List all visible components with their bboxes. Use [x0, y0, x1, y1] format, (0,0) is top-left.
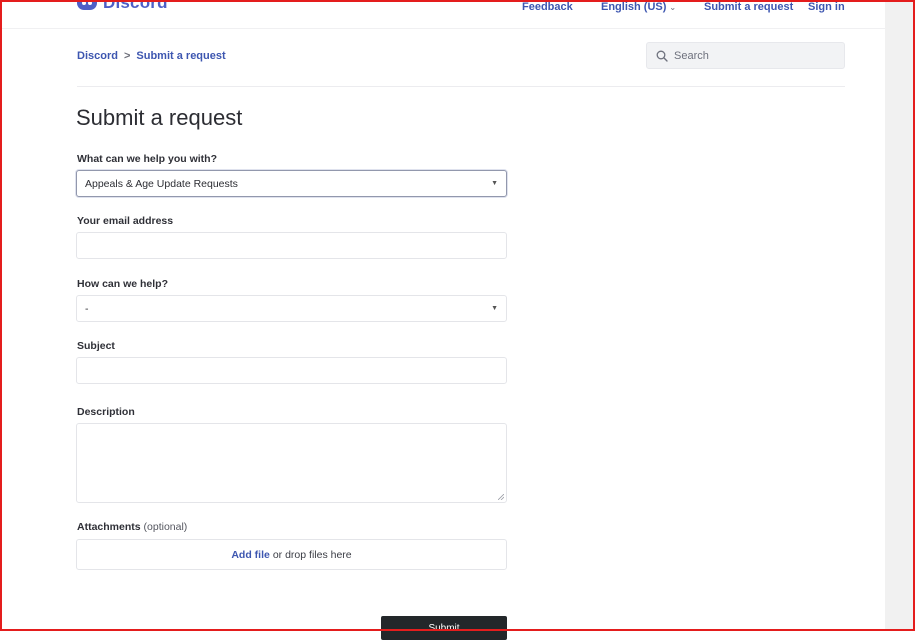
- site-header: Discord Feedback English (US) ⌄ Submit a …: [0, 0, 885, 29]
- breadcrumb: Discord > Submit a request: [77, 50, 226, 62]
- submit-request-link[interactable]: Submit a request: [704, 1, 793, 13]
- attachments-label-text: Attachments: [77, 521, 141, 533]
- submit-button[interactable]: Submit: [381, 616, 507, 640]
- resize-handle-icon[interactable]: [498, 494, 504, 500]
- search-box[interactable]: [646, 42, 845, 69]
- discord-logo[interactable]: Discord: [77, 0, 168, 13]
- help-with-label: What can we help you with?: [77, 153, 218, 165]
- attachment-dropzone[interactable]: Add file or drop files here: [76, 539, 507, 570]
- subject-field[interactable]: [77, 358, 506, 383]
- how-help-label: How can we help?: [77, 278, 169, 290]
- subject-field-wrapper: [76, 357, 507, 384]
- sign-in-link[interactable]: Sign in: [808, 1, 845, 13]
- dropdown-arrow-icon: ▼: [491, 305, 498, 312]
- add-file-link[interactable]: Add file: [231, 549, 270, 561]
- breadcrumb-current[interactable]: Submit a request: [136, 50, 225, 62]
- help-with-select[interactable]: Appeals & Age Update Requests ▼: [76, 170, 507, 197]
- page-title: Submit a request: [76, 105, 243, 130]
- language-selector[interactable]: English (US) ⌄: [601, 1, 676, 13]
- optional-tag: (optional): [143, 521, 188, 533]
- scrollbar-track[interactable]: [885, 2, 913, 629]
- breadcrumb-home[interactable]: Discord: [77, 50, 118, 62]
- discord-logo-icon: [77, 0, 97, 10]
- description-label: Description: [77, 406, 135, 418]
- search-icon: [656, 50, 668, 62]
- how-help-value: -: [85, 302, 89, 315]
- description-textarea[interactable]: [76, 423, 507, 503]
- feedback-link[interactable]: Feedback: [522, 1, 573, 13]
- email-field-wrapper: [76, 232, 507, 259]
- drop-files-text: or drop files here: [272, 548, 352, 561]
- dropdown-arrow-icon: ▼: [491, 180, 498, 187]
- search-input[interactable]: [674, 49, 834, 62]
- subject-label: Subject: [77, 340, 115, 352]
- email-field[interactable]: [77, 233, 506, 258]
- header-divider: [77, 86, 845, 87]
- help-with-value: Appeals & Age Update Requests: [85, 177, 238, 190]
- logo-text: Discord: [103, 0, 168, 12]
- breadcrumb-separator: >: [123, 50, 131, 62]
- language-label: English (US): [601, 1, 667, 13]
- chevron-down-icon: ⌄: [669, 3, 677, 12]
- email-label: Your email address: [77, 215, 174, 227]
- how-help-select[interactable]: - ▼: [76, 295, 507, 322]
- attachments-label: Attachments (optional): [77, 521, 187, 533]
